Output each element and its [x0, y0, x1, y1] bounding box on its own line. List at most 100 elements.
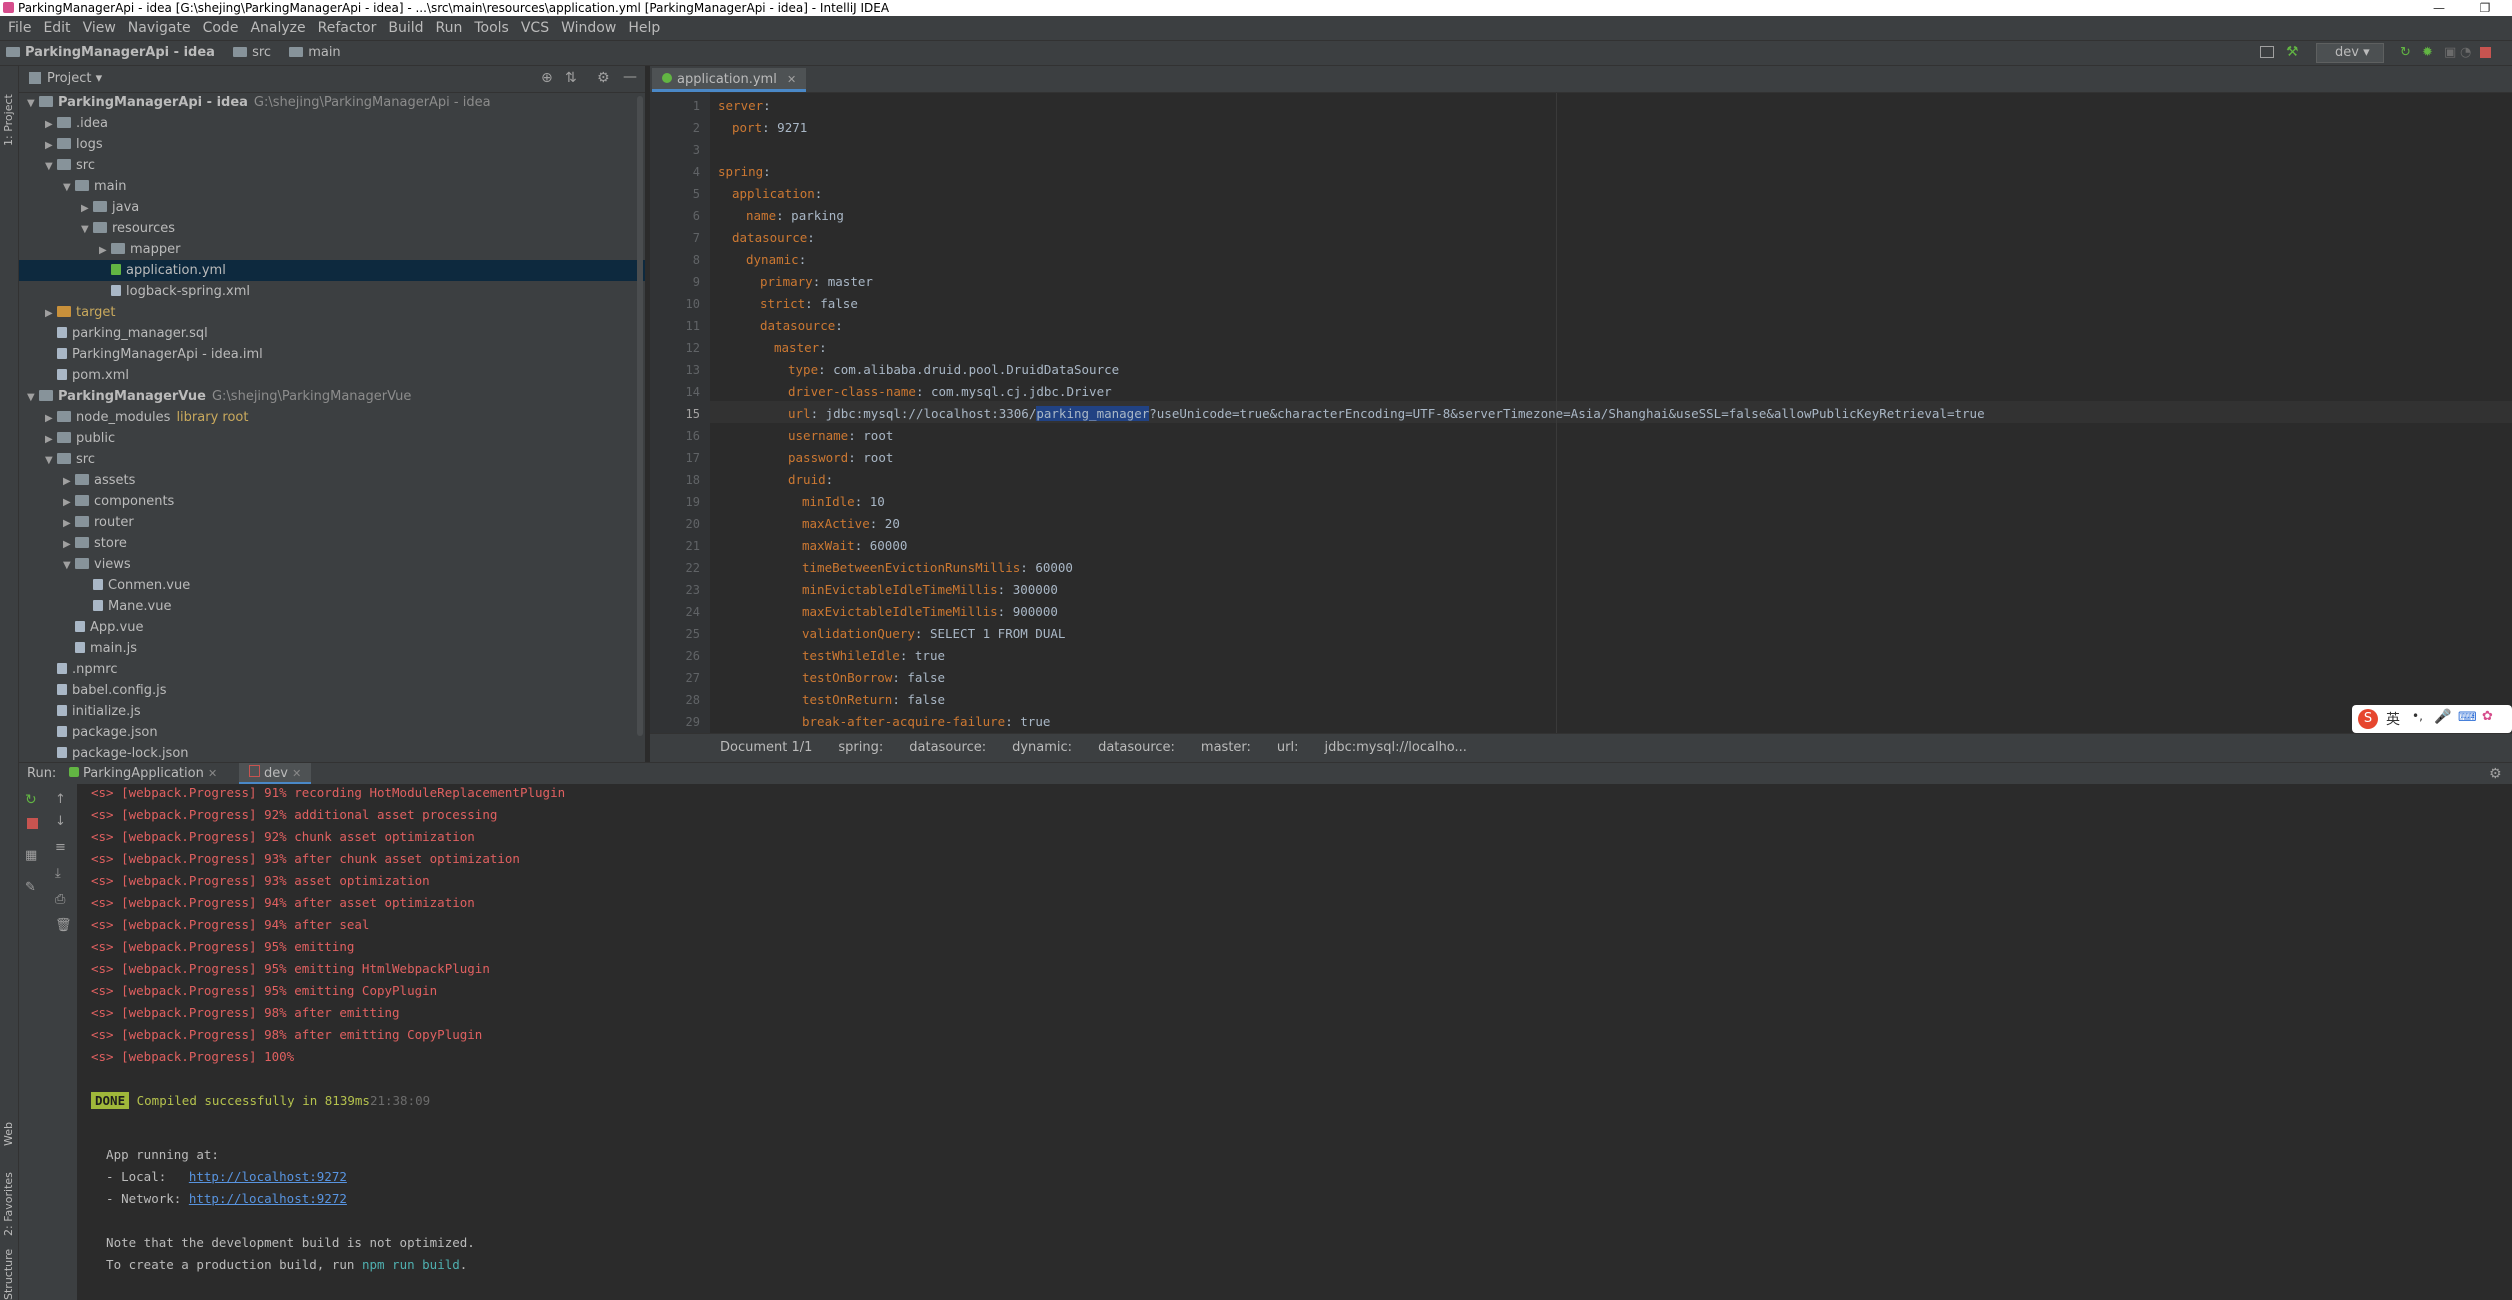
- tree-item[interactable]: ▶ mapper: [19, 239, 645, 260]
- crumb-project[interactable]: ParkingManagerApi - idea: [6, 41, 215, 65]
- crumb-main[interactable]: main: [289, 41, 341, 65]
- tree-item[interactable]: ▼ src: [19, 155, 645, 176]
- menu-analyze[interactable]: Analyze: [244, 16, 311, 40]
- coverage-icon[interactable]: ▣: [2444, 45, 2456, 60]
- menu-build[interactable]: Build: [382, 16, 429, 40]
- tree-item[interactable]: ParkingManagerApi - idea.iml: [19, 344, 645, 365]
- tree-item[interactable]: ▶ .idea: [19, 113, 645, 134]
- tree-item[interactable]: App.vue: [19, 617, 645, 638]
- collapsed-arrow-icon[interactable]: ▶: [45, 429, 57, 450]
- menu-navigate[interactable]: Navigate: [122, 16, 197, 40]
- breadcrumb-item[interactable]: datasource:: [909, 734, 986, 762]
- tree-item[interactable]: logback-spring.xml: [19, 281, 645, 302]
- tree-item[interactable]: ▼ main: [19, 176, 645, 197]
- tree-item[interactable]: ▼ ParkingManagerApi - idea G:\shejing\Park…: [19, 92, 645, 113]
- collapsed-arrow-icon[interactable]: ▶: [81, 198, 93, 219]
- expanded-arrow-icon[interactable]: ▼: [81, 219, 93, 240]
- menu-code[interactable]: Code: [197, 16, 245, 40]
- run-settings-gear-icon[interactable]: ⚙: [2489, 763, 2502, 785]
- tree-item[interactable]: package.json: [19, 722, 645, 743]
- up-arrow-icon[interactable]: ↑: [55, 792, 66, 807]
- tree-item[interactable]: ▼ resources: [19, 218, 645, 239]
- tree-item[interactable]: ▶ node_modules library root: [19, 407, 645, 428]
- code-editor[interactable]: server: port: 9271 spring: application: name…: [710, 93, 2512, 733]
- run-config-select[interactable]: dev ▾: [2316, 43, 2384, 63]
- locate-file-icon[interactable]: ⊕: [541, 70, 553, 86]
- menu-vcs[interactable]: VCS: [515, 16, 555, 40]
- tool-window-structure[interactable]: Structure: [2, 1249, 15, 1300]
- expanded-arrow-icon[interactable]: ▼: [27, 93, 39, 114]
- tree-item[interactable]: ▶ public: [19, 428, 645, 449]
- tree-item[interactable]: ▼ views: [19, 554, 645, 575]
- pin-icon[interactable]: ✎: [25, 880, 36, 895]
- ime-toolbar[interactable]: S 英 •, 🎤 ⌨ ✿: [2352, 705, 2512, 733]
- microphone-icon[interactable]: 🎤: [2434, 709, 2451, 725]
- collapse-all-icon[interactable]: ⇅: [565, 70, 577, 86]
- tree-item[interactable]: ▶ store: [19, 533, 645, 554]
- tool-window-web[interactable]: Web: [2, 1122, 15, 1146]
- breadcrumb-item[interactable]: url:: [1277, 734, 1299, 762]
- tree-item[interactable]: Mane.vue: [19, 596, 645, 617]
- tool-window-favorites[interactable]: 2: Favorites: [2, 1172, 15, 1236]
- soft-wrap-icon[interactable]: ≡: [55, 840, 66, 855]
- tree-item[interactable]: application.yml: [19, 260, 645, 281]
- tree-item[interactable]: initialize.js: [19, 701, 645, 722]
- tree-item[interactable]: parking_manager.sql: [19, 323, 645, 344]
- breadcrumb-item[interactable]: jdbc:mysql://localho...: [1325, 734, 1467, 762]
- tab-application-yml[interactable]: application.yml ✕: [652, 68, 807, 92]
- console-output[interactable]: <s> [webpack.Progress] 91% recording Hot…: [77, 784, 2512, 1300]
- hide-panel-icon[interactable]: —: [623, 69, 637, 85]
- collapsed-arrow-icon[interactable]: ▶: [45, 114, 57, 135]
- crumb-src[interactable]: src: [233, 41, 271, 65]
- tree-item[interactable]: ▼ ParkingManagerVue G:\shejing\ParkingMana…: [19, 386, 645, 407]
- expanded-arrow-icon[interactable]: ▼: [45, 156, 57, 177]
- menu-window[interactable]: Window: [555, 16, 622, 40]
- menu-file[interactable]: File: [2, 16, 37, 40]
- minimize-button[interactable]: —: [2424, 0, 2454, 16]
- run-icon[interactable]: ↻: [2400, 45, 2411, 60]
- collapsed-arrow-icon[interactable]: ▶: [45, 135, 57, 156]
- tree-item[interactable]: ▶ target: [19, 302, 645, 323]
- collapsed-arrow-icon[interactable]: ▶: [63, 492, 75, 513]
- collapsed-arrow-icon[interactable]: ▶: [99, 240, 111, 261]
- close-tab-icon[interactable]: ✕: [208, 767, 217, 780]
- collapsed-arrow-icon[interactable]: ▶: [45, 408, 57, 429]
- breadcrumb-item[interactable]: Document 1/1: [720, 734, 812, 762]
- down-arrow-icon[interactable]: ↓: [55, 814, 66, 829]
- rerun-icon[interactable]: ↻: [25, 792, 37, 808]
- expanded-arrow-icon[interactable]: ▼: [63, 177, 75, 198]
- collapsed-arrow-icon[interactable]: ▶: [63, 534, 75, 555]
- tree-item[interactable]: ▶ assets: [19, 470, 645, 491]
- menu-help[interactable]: Help: [622, 16, 666, 40]
- breadcrumb-item[interactable]: spring:: [838, 734, 883, 762]
- trash-icon[interactable]: 🗑: [55, 918, 72, 933]
- network-url-link[interactable]: http://localhost:9272: [189, 1191, 347, 1206]
- skin-icon[interactable]: ✿: [2482, 709, 2493, 724]
- breadcrumb-item[interactable]: datasource:: [1098, 734, 1175, 762]
- gear-icon[interactable]: ⚙: [597, 70, 610, 86]
- close-tab-icon[interactable]: ✕: [787, 73, 796, 86]
- tree-item[interactable]: Conmen.vue: [19, 575, 645, 596]
- menu-run[interactable]: Run: [430, 16, 469, 40]
- tree-item[interactable]: ▶ router: [19, 512, 645, 533]
- menu-edit[interactable]: Edit: [37, 16, 76, 40]
- menu-view[interactable]: View: [77, 16, 122, 40]
- tool-window-project[interactable]: 1: Project: [2, 94, 15, 146]
- stop-icon[interactable]: [2480, 47, 2491, 58]
- expanded-arrow-icon[interactable]: ▼: [63, 555, 75, 576]
- keyboard-icon[interactable]: ⌨: [2458, 710, 2477, 725]
- tree-item[interactable]: ▶ logs: [19, 134, 645, 155]
- expanded-arrow-icon[interactable]: ▼: [27, 387, 39, 408]
- ime-language[interactable]: 英: [2386, 709, 2400, 729]
- tree-item[interactable]: pom.xml: [19, 365, 645, 386]
- layout-icon[interactable]: ▦: [25, 848, 37, 863]
- local-url-link[interactable]: http://localhost:9272: [189, 1169, 347, 1184]
- build-hammer-icon[interactable]: ⚒: [2286, 45, 2299, 59]
- menu-refactor[interactable]: Refactor: [312, 16, 383, 40]
- tree-item[interactable]: .npmrc: [19, 659, 645, 680]
- print-icon[interactable]: ⎙: [55, 892, 65, 907]
- tree-item[interactable]: ▶ java: [19, 197, 645, 218]
- expanded-arrow-icon[interactable]: ▼: [45, 450, 57, 471]
- project-view-select[interactable]: Project ▾: [47, 66, 102, 92]
- tree-item[interactable]: ▼ src: [19, 449, 645, 470]
